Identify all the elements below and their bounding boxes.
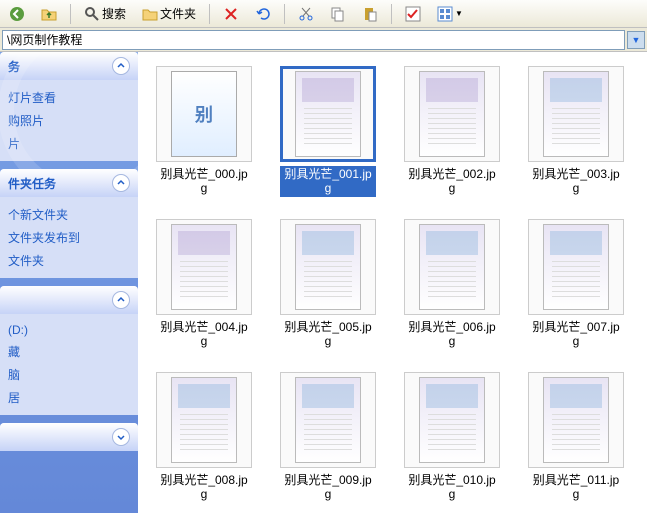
undo-icon <box>255 6 271 22</box>
thumb-label[interactable]: 别具光芒_002.jpg <box>404 166 500 197</box>
file-thumb[interactable]: 别别具光芒_000.jpg <box>156 66 252 197</box>
folder-up-icon <box>41 6 57 22</box>
separator <box>209 4 210 24</box>
file-thumb[interactable]: 别具光芒_002.jpg <box>404 66 500 197</box>
thumb-label[interactable]: 别具光芒_010.jpg <box>404 472 500 503</box>
file-thumb[interactable]: 别具光芒_007.jpg <box>528 219 624 350</box>
file-thumb[interactable]: 别具光芒_003.jpg <box>528 66 624 197</box>
folder-icon <box>142 6 158 22</box>
collapse-icon[interactable] <box>112 291 130 309</box>
expand-icon[interactable] <box>112 428 130 446</box>
panel-title: 件夹任务 <box>8 175 56 192</box>
file-thumb[interactable]: 别具光芒_008.jpg <box>156 372 252 503</box>
paste-icon <box>362 6 378 22</box>
task-link[interactable]: 文件夹发布到 <box>8 226 130 249</box>
thumb-image[interactable] <box>528 372 624 468</box>
cut-icon <box>298 6 314 22</box>
thumb-label[interactable]: 别具光芒_009.jpg <box>280 472 376 503</box>
thumb-image[interactable] <box>156 372 252 468</box>
place-link[interactable]: 居 <box>8 386 130 409</box>
file-thumb[interactable]: 别具光芒_005.jpg <box>280 219 376 350</box>
tasks-panel-2: 件夹任务 个新文件夹 文件夹发布到 文件夹 <box>0 169 138 278</box>
paste-button[interactable] <box>357 3 383 25</box>
panel-body: 个新文件夹 文件夹发布到 文件夹 <box>0 197 138 278</box>
go-button[interactable]: ▼ <box>627 31 645 49</box>
thumb-image[interactable] <box>404 219 500 315</box>
thumb-label[interactable]: 别具光芒_005.jpg <box>280 319 376 350</box>
address-path: \网页制作教程 <box>7 31 82 48</box>
thumb-label[interactable]: 别具光芒_001.jpg <box>280 166 376 197</box>
thumb-label[interactable]: 别具光芒_007.jpg <box>528 319 624 350</box>
search-button[interactable]: 搜索 <box>79 2 131 25</box>
place-link[interactable]: 藏 <box>8 340 130 363</box>
separator <box>391 4 392 24</box>
separator <box>70 4 71 24</box>
check-icon <box>405 6 421 22</box>
thumb-image[interactable] <box>280 219 376 315</box>
place-link[interactable]: (D:) <box>8 320 130 340</box>
undo-button[interactable] <box>250 3 276 25</box>
file-thumb[interactable]: 别具光芒_010.jpg <box>404 372 500 503</box>
thumb-label[interactable]: 别具光芒_000.jpg <box>156 166 252 197</box>
file-thumb[interactable]: 别具光芒_004.jpg <box>156 219 252 350</box>
tasks-panel-1: 务 灯片查看 购照片 片 <box>0 52 138 161</box>
thumb-image[interactable] <box>280 66 376 162</box>
panel-header[interactable] <box>0 286 138 314</box>
views-icon <box>437 6 453 22</box>
file-thumb[interactable]: 别具光芒_011.jpg <box>528 372 624 503</box>
toolbar: 搜索 文件夹 ▼ <box>0 0 647 28</box>
views-button[interactable]: ▼ <box>432 3 468 25</box>
folders-button[interactable]: 文件夹 <box>137 2 201 25</box>
back-icon <box>9 6 25 22</box>
task-link[interactable]: 个新文件夹 <box>8 203 130 226</box>
thumb-label[interactable]: 别具光芒_011.jpg <box>528 472 624 503</box>
back-button[interactable] <box>4 3 30 25</box>
thumb-image[interactable] <box>528 66 624 162</box>
cut-button[interactable] <box>293 3 319 25</box>
file-thumb[interactable]: 别具光芒_009.jpg <box>280 372 376 503</box>
copy-icon <box>330 6 346 22</box>
delete-button[interactable] <box>218 3 244 25</box>
copy-button[interactable] <box>325 3 351 25</box>
address-bar: \网页制作教程 ▼ <box>0 28 647 52</box>
panel-header[interactable]: 件夹任务 <box>0 169 138 197</box>
thumb-label[interactable]: 别具光芒_006.jpg <box>404 319 500 350</box>
check-button[interactable] <box>400 3 426 25</box>
task-link[interactable]: 文件夹 <box>8 249 130 272</box>
panel-header[interactable] <box>0 423 138 451</box>
content-area[interactable]: 别别具光芒_000.jpg 别具光芒_001.jpg 别具光芒_002.jpg 别具光… <box>138 52 647 513</box>
thumb-image[interactable] <box>156 219 252 315</box>
sidebar: 务 灯片查看 购照片 片 件夹任务 个新文件夹 文件夹发布到 文件夹 (D:) … <box>0 52 138 513</box>
up-button[interactable] <box>36 3 62 25</box>
separator <box>284 4 285 24</box>
panel-body: (D:) 藏 脑 居 <box>0 314 138 415</box>
address-input[interactable]: \网页制作教程 <box>2 30 625 50</box>
tasks-panel-4 <box>0 423 138 451</box>
folders-label: 文件夹 <box>160 5 196 22</box>
collapse-icon[interactable] <box>112 174 130 192</box>
chevron-down-icon: ▼ <box>632 35 641 45</box>
thumb-image[interactable] <box>528 219 624 315</box>
thumb-image[interactable]: 别 <box>156 66 252 162</box>
search-label: 搜索 <box>102 5 126 22</box>
thumb-label[interactable]: 别具光芒_008.jpg <box>156 472 252 503</box>
thumb-label[interactable]: 别具光芒_003.jpg <box>528 166 624 197</box>
thumb-label[interactable]: 别具光芒_004.jpg <box>156 319 252 350</box>
file-thumb[interactable]: 别具光芒_001.jpg <box>280 66 376 197</box>
thumb-image[interactable] <box>404 372 500 468</box>
dropdown-arrow-icon: ▼ <box>455 9 463 18</box>
file-thumb[interactable]: 别具光芒_006.jpg <box>404 219 500 350</box>
thumb-image[interactable] <box>404 66 500 162</box>
place-link[interactable]: 脑 <box>8 363 130 386</box>
thumbnail-grid: 别别具光芒_000.jpg 别具光芒_001.jpg 别具光芒_002.jpg 别具光… <box>156 66 647 513</box>
delete-icon <box>223 6 239 22</box>
thumb-image[interactable] <box>280 372 376 468</box>
search-icon <box>84 6 100 22</box>
tasks-panel-3: (D:) 藏 脑 居 <box>0 286 138 415</box>
